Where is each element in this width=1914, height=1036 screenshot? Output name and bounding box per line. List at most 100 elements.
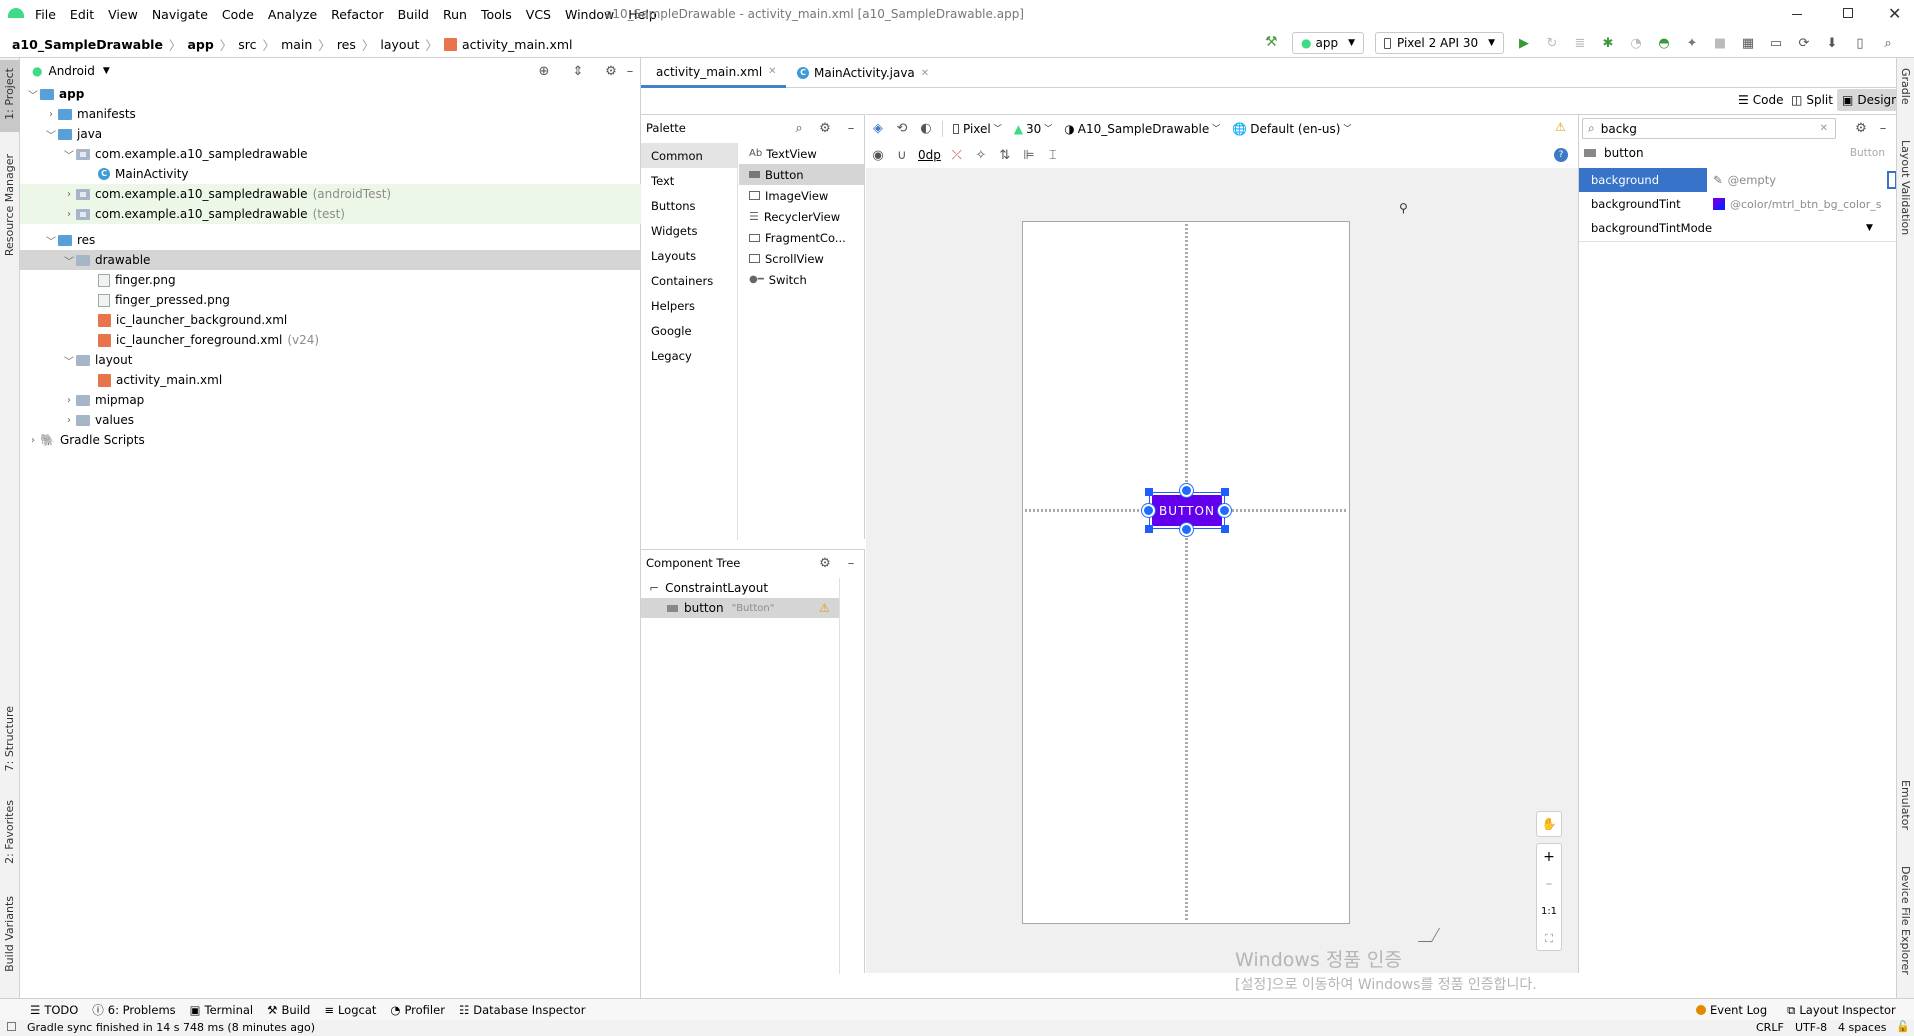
night-mode-icon[interactable]: ◐: [914, 118, 938, 140]
menu-run[interactable]: Run: [436, 7, 474, 22]
tree-item-app[interactable]: ﹀ app: [20, 84, 84, 104]
clear-constraints-icon[interactable]: ⤫: [945, 144, 969, 166]
build-tool-button[interactable]: ⚒ Build: [267, 1003, 310, 1017]
tree-item-mipmap[interactable]: › mipmap: [20, 390, 144, 410]
close-tab-icon[interactable]: ✕: [921, 68, 929, 79]
todo-tool-button[interactable]: ☰ TODO: [30, 1003, 78, 1017]
profiler-tool-button[interactable]: ◔ Profiler: [390, 1003, 445, 1017]
apply-code-changes-icon[interactable]: ≣: [1568, 32, 1592, 54]
help-icon[interactable]: ?: [1554, 148, 1568, 162]
breadcrumb-src[interactable]: src: [238, 37, 256, 52]
align-icon[interactable]: ⊫: [1017, 144, 1041, 166]
favorites-tool-label[interactable]: 2: Favorites: [3, 800, 16, 864]
anchor-left[interactable]: [1142, 504, 1155, 517]
tree-item-ic-launcher-foreground[interactable]: ic_launcher_foreground.xml (v24): [20, 330, 319, 350]
breadcrumb-layout[interactable]: layout: [380, 37, 419, 52]
tree-item-layout[interactable]: ﹀ layout: [20, 350, 132, 370]
palette-category-helpers[interactable]: Helpers: [641, 293, 737, 318]
zoom-in-button[interactable]: +: [1537, 844, 1561, 871]
code-mode-button[interactable]: ☰ Code: [1733, 90, 1789, 110]
design-mode-button[interactable]: ▣ Design: [1837, 89, 1904, 111]
infer-constraints-icon[interactable]: ✧: [969, 144, 993, 166]
tab-activity-main[interactable]: activity_main.xml ✕: [641, 58, 786, 88]
design-surface-icon[interactable]: ◈: [866, 118, 890, 140]
resource-manager-tool-label[interactable]: Resource Manager: [3, 154, 16, 256]
breadcrumb-file[interactable]: activity_main.xml: [462, 37, 573, 52]
line-separator-indicator[interactable]: CRLF: [1756, 1021, 1784, 1034]
maximize-button[interactable]: [1843, 8, 1853, 18]
tree-item-finger-pressed-png[interactable]: finger_pressed.png: [20, 290, 230, 310]
chevron-right-icon[interactable]: ›: [62, 395, 76, 406]
problems-tool-button[interactable]: ⓘ 6: Problems: [92, 1002, 175, 1018]
anchor-bottom[interactable]: [1180, 523, 1193, 536]
build-variants-tool-label[interactable]: Build Variants: [3, 896, 16, 972]
autoconnect-icon[interactable]: ∪: [890, 144, 914, 166]
menu-edit[interactable]: Edit: [63, 7, 101, 22]
search-everywhere-icon[interactable]: ⌕: [1876, 32, 1900, 54]
tab-mainactivity-java[interactable]: C MainActivity.java ✕: [787, 58, 939, 88]
encoding-indicator[interactable]: UTF-8: [1795, 1021, 1827, 1034]
tree-node-button[interactable]: button "Button" ⚠: [641, 598, 839, 618]
menu-build[interactable]: Build: [391, 7, 436, 22]
lock-icon[interactable]: 🔓: [1896, 1020, 1910, 1033]
chevron-right-icon[interactable]: ›: [44, 109, 58, 120]
indent-indicator[interactable]: 4 spaces: [1838, 1021, 1887, 1034]
sdk-manager-icon[interactable]: ⬇: [1820, 32, 1844, 54]
breadcrumb-app[interactable]: app: [187, 37, 213, 52]
coverage-icon[interactable]: ✦: [1680, 32, 1704, 54]
palette-item-textview[interactable]: Ab TextView: [739, 143, 865, 164]
palette-item-recyclerview[interactable]: ☰ RecyclerView: [739, 206, 865, 227]
run-icon[interactable]: ▶: [1512, 32, 1536, 54]
close-window-button[interactable]: ✕: [1888, 4, 1901, 23]
gear-icon[interactable]: ⚙: [813, 552, 837, 574]
locate-file-icon[interactable]: ⊕: [532, 60, 556, 82]
stop-icon[interactable]: ■: [1708, 32, 1732, 54]
palette-category-google[interactable]: Google: [641, 318, 737, 343]
profile-icon[interactable]: ◔: [1624, 32, 1648, 54]
tree-item-activity-main[interactable]: activity_main.xml: [20, 370, 222, 390]
run-config-selector[interactable]: ● app ▼: [1292, 32, 1364, 54]
resize-handle-bottom-left[interactable]: [1145, 525, 1153, 533]
menu-file[interactable]: File: [28, 7, 63, 22]
api-dropdown[interactable]: ▲ 30 ﹀: [1008, 122, 1059, 136]
tree-item-package-test[interactable]: › com.example.a10_sampledrawable (test): [20, 204, 345, 224]
palette-category-buttons[interactable]: Buttons: [641, 193, 737, 218]
zoom-actual-size-button[interactable]: 1:1: [1537, 898, 1561, 925]
device-manager-icon[interactable]: ▯: [1848, 32, 1872, 54]
warning-icon[interactable]: ⚠: [819, 601, 830, 615]
canvas-button[interactable]: BUTTON: [1152, 495, 1222, 526]
zoom-out-button[interactable]: –: [1537, 871, 1561, 898]
minimize-button[interactable]: [1792, 6, 1808, 22]
tree-item-ic-launcher-background[interactable]: ic_launcher_background.xml: [20, 310, 287, 330]
palette-item-imageview[interactable]: ImageView: [739, 185, 865, 206]
database-inspector-tool-button[interactable]: ☷ Database Inspector: [459, 1003, 585, 1017]
gear-icon[interactable]: ⚙: [813, 117, 837, 139]
logcat-tool-button[interactable]: ≡ Logcat: [324, 1003, 376, 1017]
chevron-down-icon[interactable]: ﹀: [62, 353, 76, 368]
tree-item-gradle-scripts[interactable]: › 🐘 Gradle Scripts: [20, 430, 145, 450]
hammer-icon[interactable]: ⚒: [1265, 34, 1278, 50]
chevron-down-icon[interactable]: ﹀: [62, 253, 76, 268]
palette-category-legacy[interactable]: Legacy: [641, 343, 737, 368]
eyedropper-icon[interactable]: ✎: [1713, 173, 1723, 187]
breadcrumb-res[interactable]: res: [337, 37, 356, 52]
gear-icon[interactable]: ⚙: [1849, 117, 1873, 139]
menu-refactor[interactable]: Refactor: [324, 7, 390, 22]
tree-item-mainactivity[interactable]: C MainActivity: [20, 164, 189, 184]
resize-handle-bottom-right[interactable]: [1221, 525, 1229, 533]
device-file-explorer-tool-label[interactable]: Device File Explorer: [1899, 866, 1912, 975]
menu-vcs[interactable]: VCS: [519, 7, 558, 22]
chevron-down-icon[interactable]: ﹀: [44, 127, 58, 142]
emulator-tool-label[interactable]: Emulator: [1899, 780, 1912, 830]
tree-item-values[interactable]: › values: [20, 410, 134, 430]
chevron-down-icon[interactable]: ﹀: [44, 233, 58, 248]
anchor-right[interactable]: [1218, 504, 1231, 517]
warning-icon[interactable]: ⚠: [1555, 120, 1566, 134]
avd-manager-icon[interactable]: ▭: [1764, 32, 1788, 54]
tree-item-package-main[interactable]: ﹀ com.example.a10_sampledrawable: [20, 144, 308, 164]
guidelines-icon[interactable]: ⌶: [1041, 144, 1065, 166]
chevron-right-icon[interactable]: ›: [62, 415, 76, 426]
structure-tool-label[interactable]: 7: Structure: [3, 706, 16, 771]
breadcrumb-main[interactable]: main: [281, 37, 312, 52]
pack-icon[interactable]: ⇅: [993, 144, 1017, 166]
